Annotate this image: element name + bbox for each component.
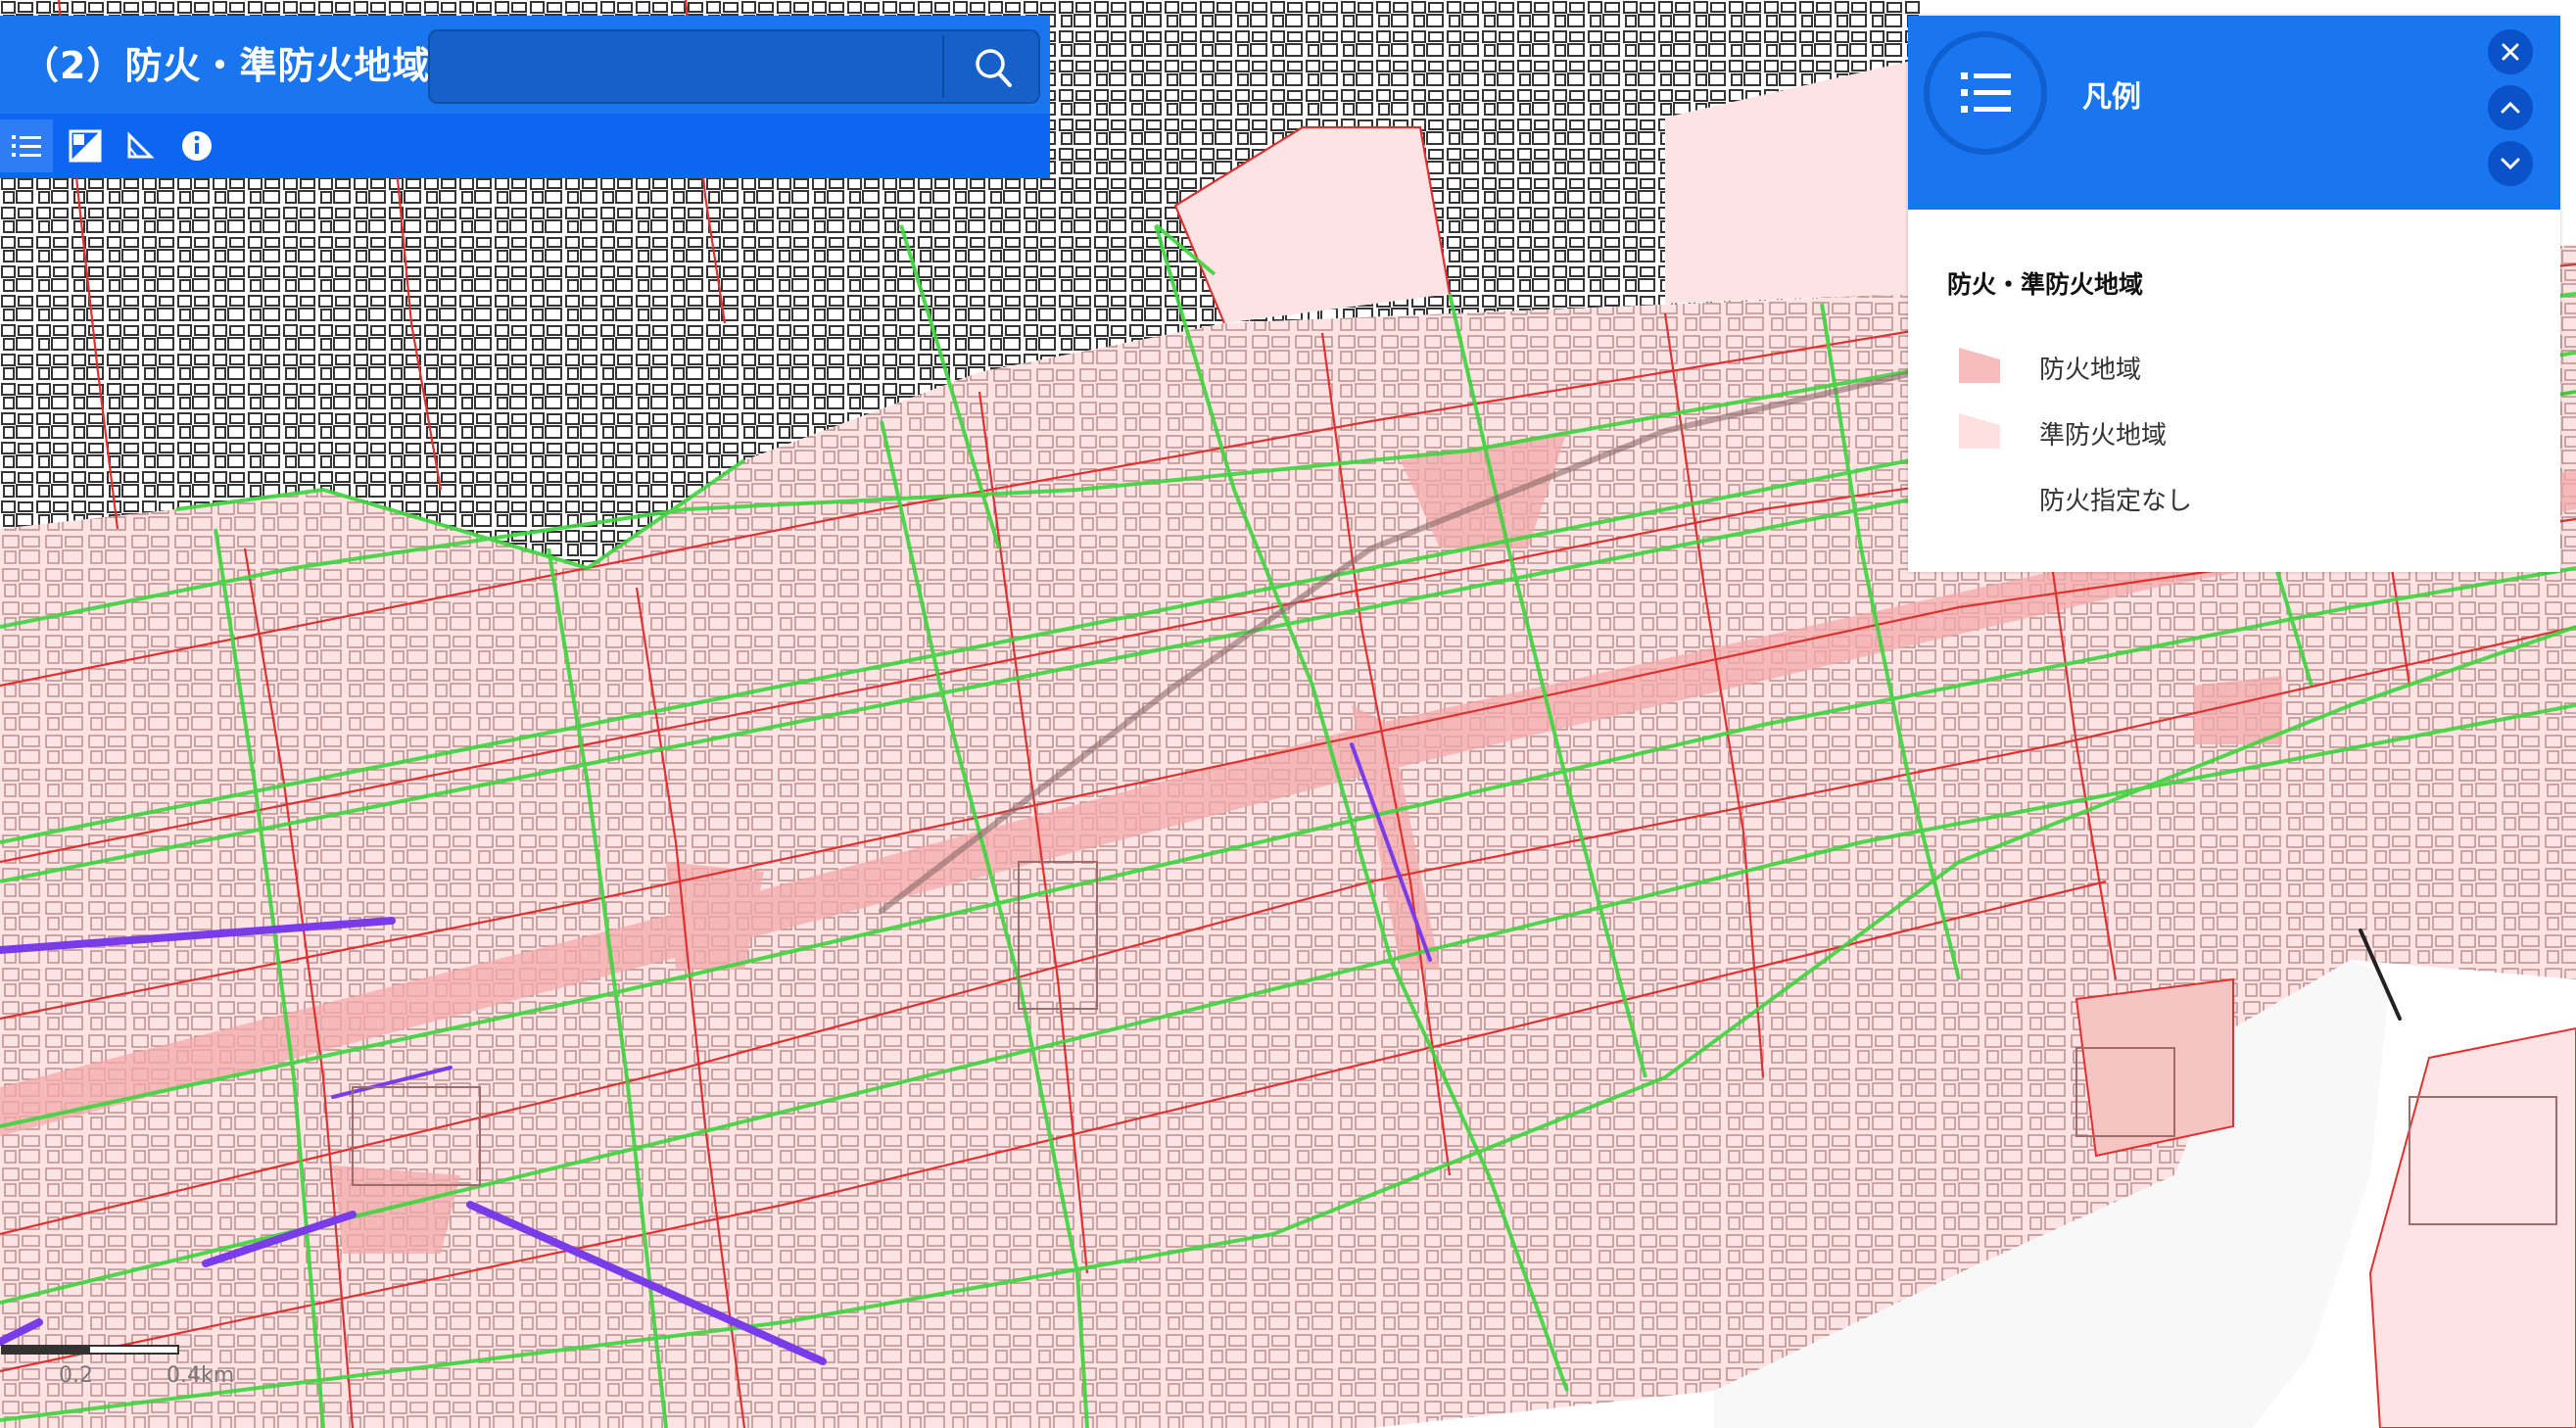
layers-button[interactable] xyxy=(59,119,112,172)
info-button[interactable] xyxy=(170,119,223,172)
legend-title: 凡例 xyxy=(2082,80,2141,115)
scale-label-end: 0.4km xyxy=(167,1363,235,1388)
search-button[interactable] xyxy=(947,29,1040,104)
search-box xyxy=(428,29,1040,104)
port-island-block xyxy=(2075,977,2234,1158)
no-designation-swatch xyxy=(1959,479,2000,514)
legend-panel: 凡例 防火・準防火地域 防火地域 準防火地域 防火指定なし xyxy=(1908,16,2560,572)
quasi-fire-zone-swatch xyxy=(1959,413,2000,449)
legend-item-label: 準防火地域 xyxy=(2039,421,2168,451)
scale-bar: 0.2 0.4km xyxy=(0,1342,234,1401)
fire-zone-swatch xyxy=(1959,348,2000,383)
scale-ruler xyxy=(1,1345,179,1355)
title-bar: （2）防火・準防火地域 xyxy=(0,16,1050,114)
legend-toggle-button[interactable] xyxy=(0,119,53,172)
legend-list-icon xyxy=(1924,31,2047,155)
legend-scroll-up-button[interactable] xyxy=(2488,85,2533,130)
measure-button[interactable] xyxy=(114,119,167,172)
legend-section-title: 防火・準防火地域 xyxy=(1947,270,2144,299)
legend-item-label: 防火指定なし xyxy=(2039,487,2193,516)
search-divider xyxy=(942,35,944,98)
map-toolbar xyxy=(0,114,1050,178)
chevron-down-icon xyxy=(2501,158,2520,170)
page-title: （2）防火・準防火地域 xyxy=(22,44,431,87)
search-icon xyxy=(976,49,1012,87)
info-icon xyxy=(182,131,212,161)
search-input[interactable] xyxy=(436,35,930,100)
layers-icon xyxy=(69,129,102,163)
legend-scroll-down-button[interactable] xyxy=(2488,141,2533,186)
list-icon xyxy=(12,135,41,157)
legend-close-button[interactable] xyxy=(2488,29,2533,74)
measure-icon xyxy=(127,131,155,159)
legend-header: 凡例 xyxy=(1908,16,2560,210)
chevron-up-icon xyxy=(2501,101,2520,114)
scale-label-mid: 0.2 xyxy=(59,1363,93,1388)
legend-item-label: 防火地域 xyxy=(2039,356,2142,385)
close-icon xyxy=(2502,43,2519,61)
